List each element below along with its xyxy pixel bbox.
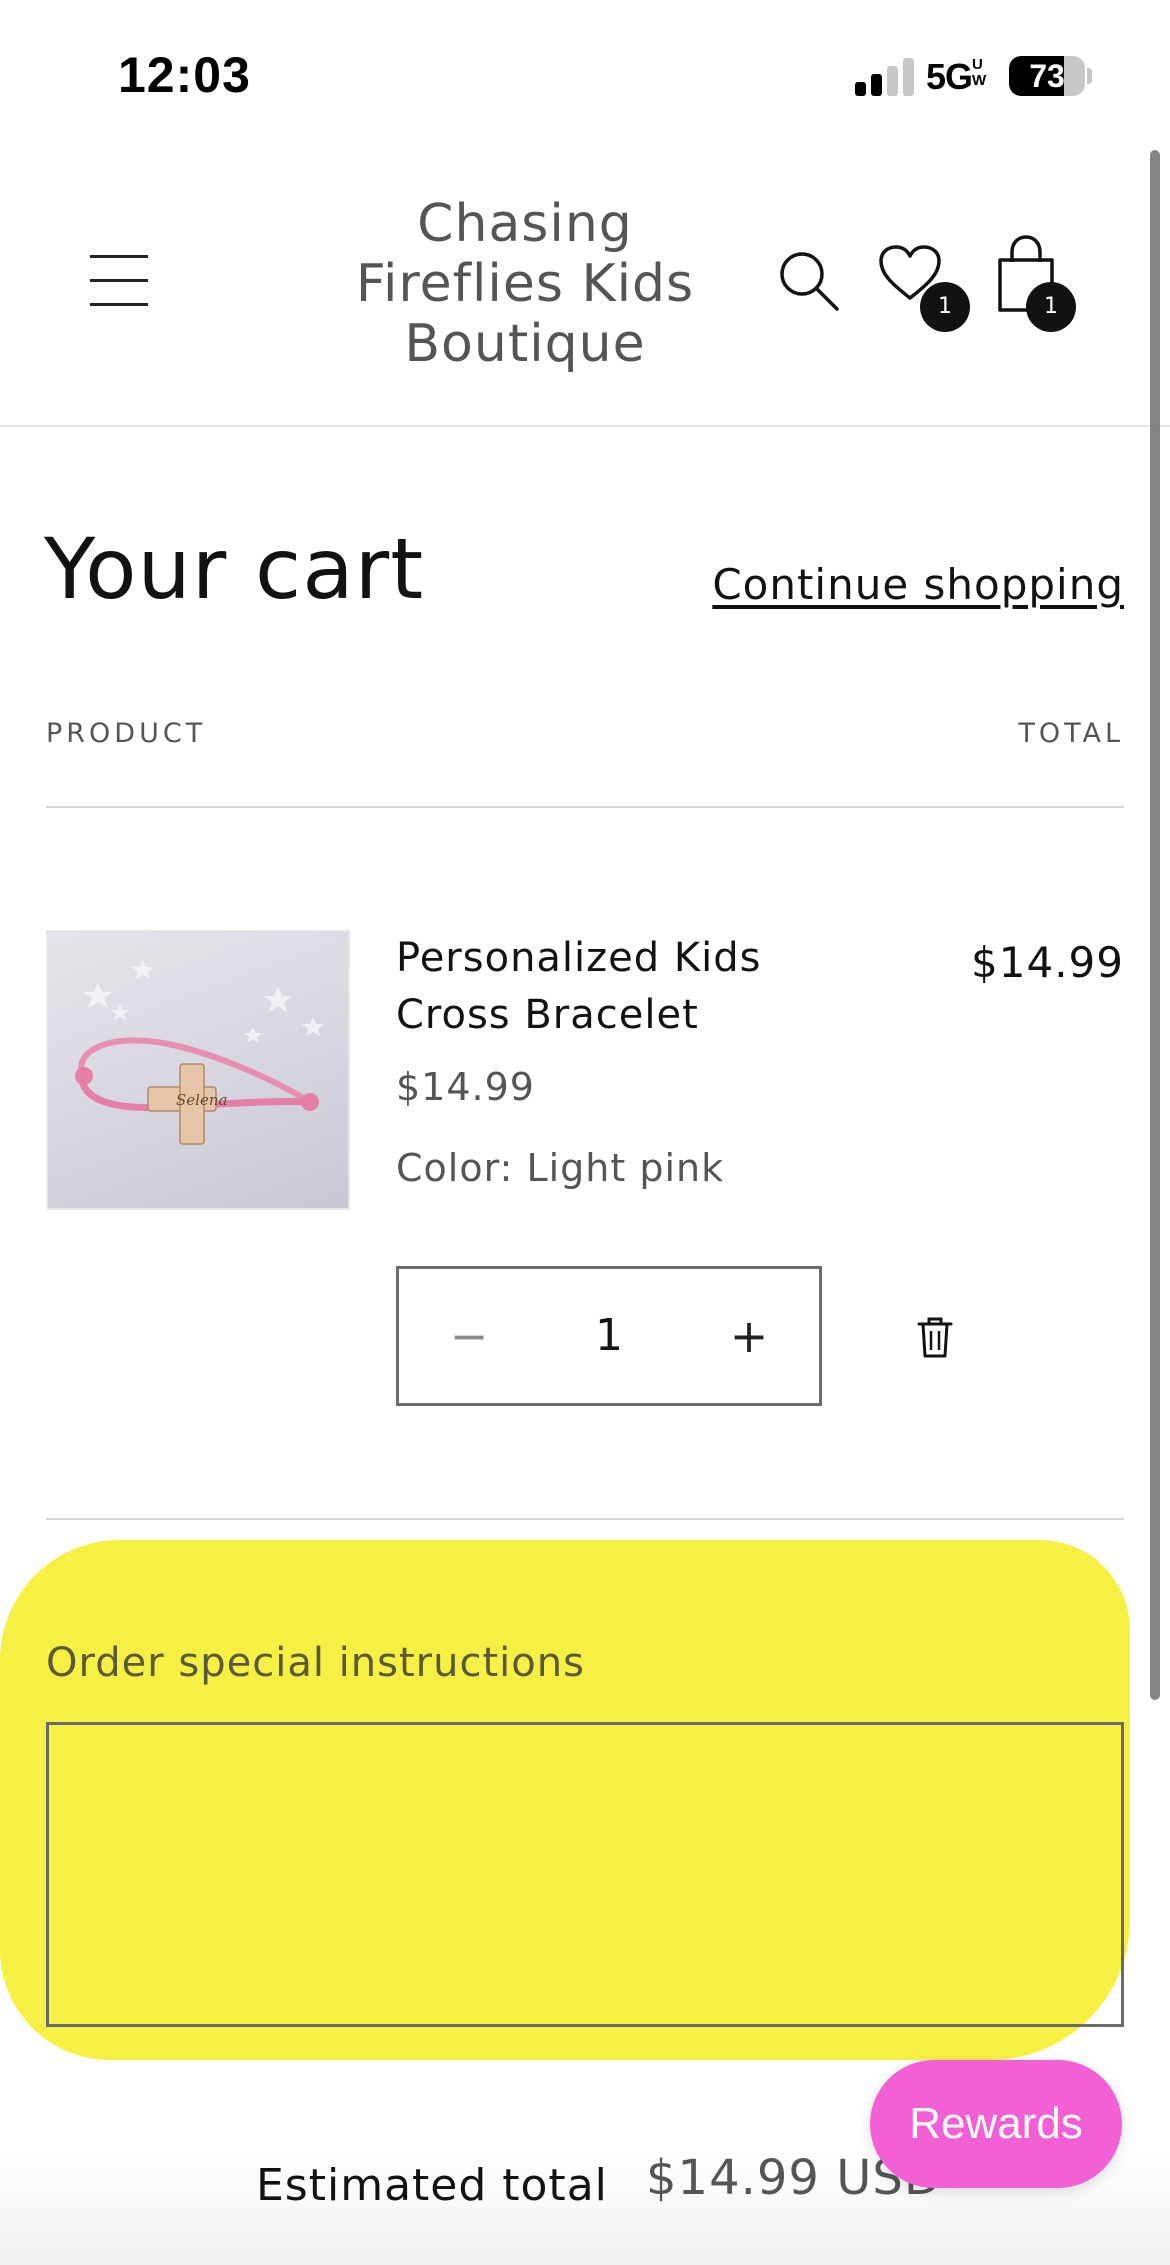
status-bar: 12:03 5G UW 73 bbox=[0, 0, 1170, 140]
site-header: Chasing Fireflies Kids Boutique 1 1 bbox=[0, 140, 1170, 427]
column-header-total: TOTAL bbox=[1018, 718, 1124, 749]
line-item-total: $14.99 bbox=[971, 938, 1124, 987]
product-name[interactable]: Personalized Kids Cross Bracelet bbox=[396, 930, 796, 1044]
quantity-stepper: − 1 + bbox=[396, 1266, 822, 1406]
network-sub-label: UW bbox=[972, 56, 987, 89]
cart-count-badge: 1 bbox=[1026, 282, 1076, 332]
trash-icon bbox=[917, 1317, 953, 1358]
cart-button[interactable]: 1 bbox=[994, 234, 1084, 334]
instructions-label: Order special instructions bbox=[46, 1640, 585, 1686]
column-header-product: PRODUCT bbox=[46, 718, 207, 749]
battery-icon: 73 bbox=[1009, 56, 1085, 96]
remove-item-button[interactable] bbox=[910, 1310, 960, 1364]
estimated-total-label: Estimated total bbox=[256, 2160, 608, 2211]
rewards-button[interactable]: Rewards bbox=[870, 2060, 1122, 2188]
decrease-quantity-button[interactable]: − bbox=[399, 1269, 539, 1403]
increase-quantity-button[interactable]: + bbox=[679, 1269, 819, 1403]
scrollbar[interactable] bbox=[1150, 150, 1160, 1700]
instructions-field[interactable] bbox=[46, 1722, 1124, 2027]
items-divider bbox=[46, 1518, 1124, 1520]
site-title[interactable]: Chasing Fireflies Kids Boutique bbox=[330, 194, 720, 374]
status-time: 12:03 bbox=[118, 47, 251, 103]
battery-percent: 73 bbox=[1029, 58, 1065, 94]
search-icon[interactable] bbox=[778, 250, 840, 312]
product-option: Color: Light pink bbox=[396, 1146, 724, 1190]
wishlist-button[interactable]: 1 bbox=[878, 244, 970, 334]
header-divider bbox=[46, 806, 1124, 808]
product-price: $14.99 bbox=[396, 1065, 535, 1109]
instructions-textarea[interactable] bbox=[49, 1725, 1121, 2024]
continue-shopping-link[interactable]: Continue shopping bbox=[712, 560, 1124, 609]
signal-icon bbox=[855, 58, 915, 96]
quantity-input[interactable]: 1 bbox=[539, 1269, 679, 1403]
page-title: Your cart bbox=[44, 520, 425, 618]
option-value: Light pink bbox=[526, 1146, 725, 1190]
option-label: Color: bbox=[396, 1146, 514, 1190]
product-engraving: Selena bbox=[176, 1091, 227, 1109]
battery-tip bbox=[1087, 68, 1092, 84]
product-image[interactable]: Selena bbox=[46, 930, 350, 1210]
network-label: 5G bbox=[926, 56, 973, 97]
menu-icon[interactable] bbox=[90, 255, 148, 307]
wishlist-count-badge: 1 bbox=[920, 282, 970, 332]
